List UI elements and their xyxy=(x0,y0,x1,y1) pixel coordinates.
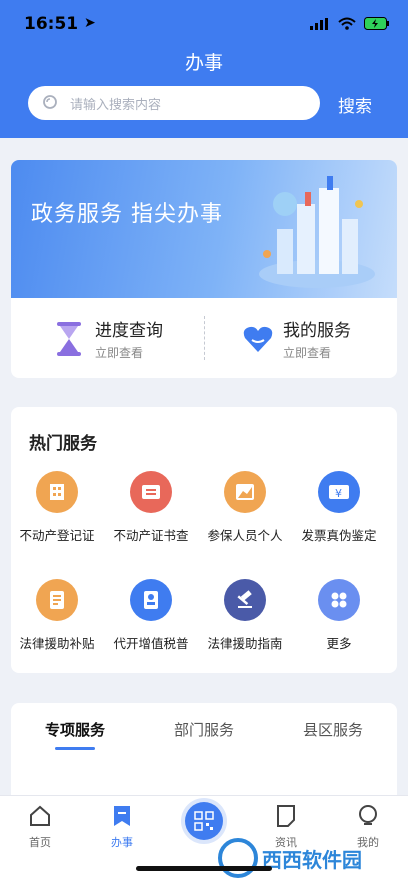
service-label: 法律援助补贴 xyxy=(19,636,95,651)
document-icon xyxy=(36,579,78,621)
header: 16:51 ➤ 办事 请输入搜索内容 搜索 xyxy=(0,0,408,138)
gavel-icon xyxy=(224,579,266,621)
service-label: 更多 xyxy=(326,636,352,651)
progress-query-title: 进度查询 xyxy=(95,321,163,341)
certificate-icon xyxy=(130,471,172,513)
signal-icon xyxy=(310,17,328,30)
hourglass-icon xyxy=(57,321,81,356)
banner-card: 政务服务 指尖办事 进度查询 立即查看 我的服务 立即查看 xyxy=(11,160,397,378)
status-bar: 16:51 ➤ xyxy=(24,14,390,38)
search-icon xyxy=(43,95,57,109)
id-card-icon xyxy=(130,579,172,621)
search-placeholder: 请输入搜索内容 xyxy=(70,97,162,113)
nav-services[interactable]: 办事 xyxy=(92,804,152,850)
heart-icon xyxy=(243,326,273,352)
nav-label: 首页 xyxy=(29,836,51,849)
banner-illustration xyxy=(259,176,375,288)
hot-services-card: 热门服务 不动产登记证 不动产证书查 参保人员个人 ¥ 发票真伪鉴定 法律援助补… xyxy=(11,407,397,673)
watermark-text: 西西软件园 xyxy=(262,847,362,872)
service-insured-personal[interactable]: 参保人员个人 xyxy=(197,471,293,544)
more-icon xyxy=(318,579,360,621)
svg-text:¥: ¥ xyxy=(335,487,342,500)
service-vat-invoice[interactable]: 代开增值税普 xyxy=(103,579,199,652)
service-property-registration[interactable]: 不动产登记证 xyxy=(11,471,105,544)
my-services-title: 我的服务 xyxy=(283,321,351,341)
bookmark-icon xyxy=(114,806,130,826)
search-button[interactable]: 搜索 xyxy=(338,92,372,117)
service-label: 代开增值税普 xyxy=(113,636,189,651)
service-invoice-verify[interactable]: ¥ 发票真伪鉴定 xyxy=(291,471,387,544)
watermark-logo xyxy=(218,838,258,878)
page-title: 办事 xyxy=(184,52,223,74)
search-input[interactable]: 请输入搜索内容 xyxy=(28,86,320,120)
service-label: 法律援助指南 xyxy=(207,636,283,651)
quick-links: 进度查询 立即查看 我的服务 立即查看 xyxy=(11,298,397,378)
service-legal-aid-subsidy[interactable]: 法律援助补贴 xyxy=(11,579,105,652)
service-label: 参保人员个人 xyxy=(207,528,283,543)
service-tabs: 专项服务 部门服务 县区服务 xyxy=(11,703,397,763)
qr-code-icon xyxy=(194,811,214,831)
divider xyxy=(204,316,205,360)
home-icon xyxy=(30,805,50,826)
status-time: 16:51 xyxy=(24,14,79,34)
note-icon xyxy=(277,805,295,827)
nav-label: 办事 xyxy=(111,836,133,849)
battery-icon xyxy=(364,17,389,30)
watermark: 西西软件园 xyxy=(218,836,406,880)
banner-text: 政务服务 指尖办事 xyxy=(31,202,223,227)
service-label: 发票真伪鉴定 xyxy=(301,528,377,543)
wifi-icon xyxy=(338,17,356,30)
tab-special[interactable]: 专项服务 xyxy=(11,719,139,740)
home-indicator xyxy=(136,866,272,871)
my-services-link[interactable]: 我的服务 立即查看 xyxy=(243,316,351,361)
service-label: 不动产证书查 xyxy=(113,528,189,543)
tab-department[interactable]: 部门服务 xyxy=(140,719,268,740)
service-label: 不动产登记证 xyxy=(19,528,95,543)
progress-query-subtitle: 立即查看 xyxy=(95,346,144,360)
tab-underline xyxy=(55,747,95,750)
service-legal-aid-guide[interactable]: 法律援助指南 xyxy=(197,579,293,652)
invoice-icon: ¥ xyxy=(318,471,360,513)
tab-county[interactable]: 县区服务 xyxy=(269,719,397,740)
nav-home[interactable]: 首页 xyxy=(10,804,70,850)
user-icon xyxy=(359,805,377,825)
chart-icon xyxy=(224,471,266,513)
service-property-certificate[interactable]: 不动产证书查 xyxy=(103,471,199,544)
banner[interactable]: 政务服务 指尖办事 xyxy=(11,160,397,298)
progress-query-link[interactable]: 进度查询 立即查看 xyxy=(55,316,163,361)
location-icon: ➤ xyxy=(84,15,96,31)
service-more[interactable]: 更多 xyxy=(291,579,387,652)
my-services-subtitle: 立即查看 xyxy=(283,346,332,360)
section-title: 热门服务 xyxy=(29,434,97,454)
building-icon xyxy=(36,471,78,513)
qr-scan-button[interactable] xyxy=(185,802,223,840)
